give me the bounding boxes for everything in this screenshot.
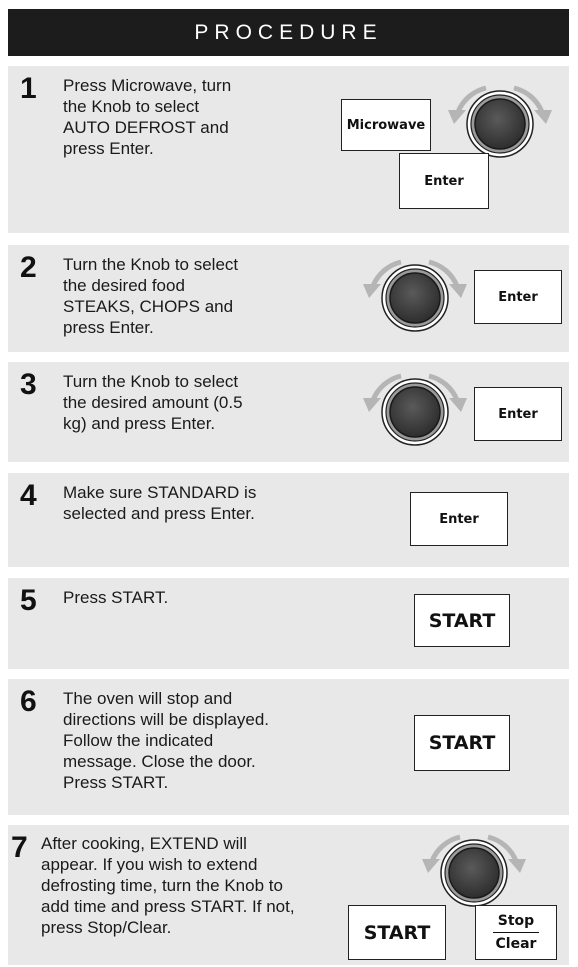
stop-clear-button[interactable]: Stop Clear [475,905,557,960]
step-text: Press START. [63,588,169,607]
start-button[interactable]: START [414,594,510,647]
enter-button[interactable]: Enter [399,153,489,209]
step-3: 3 Turn the Knob to select the desired am… [8,362,569,462]
divider-line [493,931,539,934]
enter-button[interactable]: Enter [474,387,562,441]
step-number: 5 [20,584,37,617]
procedure-title: PROCEDURE [194,20,383,44]
step-text: Turn the Knob to select the desired food… [63,255,239,337]
step-2: 2 Turn the Knob to select the desired fo… [8,245,569,352]
step-text: Make sure STANDARD is selected and press… [63,483,257,523]
step-number: 1 [20,72,37,105]
step-text: The oven will stop and directions will b… [63,689,269,792]
step-text: After cooking, EXTEND will appear. If yo… [41,834,295,937]
stop-label: Stop [497,912,535,929]
procedure-header: PROCEDURE [8,9,569,56]
step-number: 6 [20,685,37,718]
clear-label: Clear [495,936,537,953]
step-5: 5 Press START. START [8,578,569,669]
step-number: 4 [20,479,37,512]
rotary-knob-icon[interactable] [436,74,564,164]
enter-button[interactable]: Enter [410,492,508,546]
step-number: 3 [20,368,37,401]
step-7: 7 After cooking, EXTEND will appear. If … [8,825,569,965]
rotary-knob-icon[interactable] [410,823,538,913]
step-6: 6 The oven will stop and directions will… [8,679,569,815]
start-button[interactable]: START [414,715,510,771]
step-text: Press Microwave, turn the Knob to select… [63,76,232,158]
step-4: 4 Make sure STANDARD is selected and pre… [8,473,569,567]
rotary-knob-icon[interactable] [351,362,479,452]
step-number: 2 [20,251,37,284]
microwave-button[interactable]: Microwave [341,99,431,151]
rotary-knob-icon[interactable] [351,248,479,338]
step-text: Turn the Knob to select the desired amou… [63,372,243,433]
step-1: 1 Press Microwave, turn the Knob to sele… [8,66,569,233]
start-button[interactable]: START [348,905,446,960]
enter-button[interactable]: Enter [474,270,562,324]
step-number: 7 [11,831,28,864]
